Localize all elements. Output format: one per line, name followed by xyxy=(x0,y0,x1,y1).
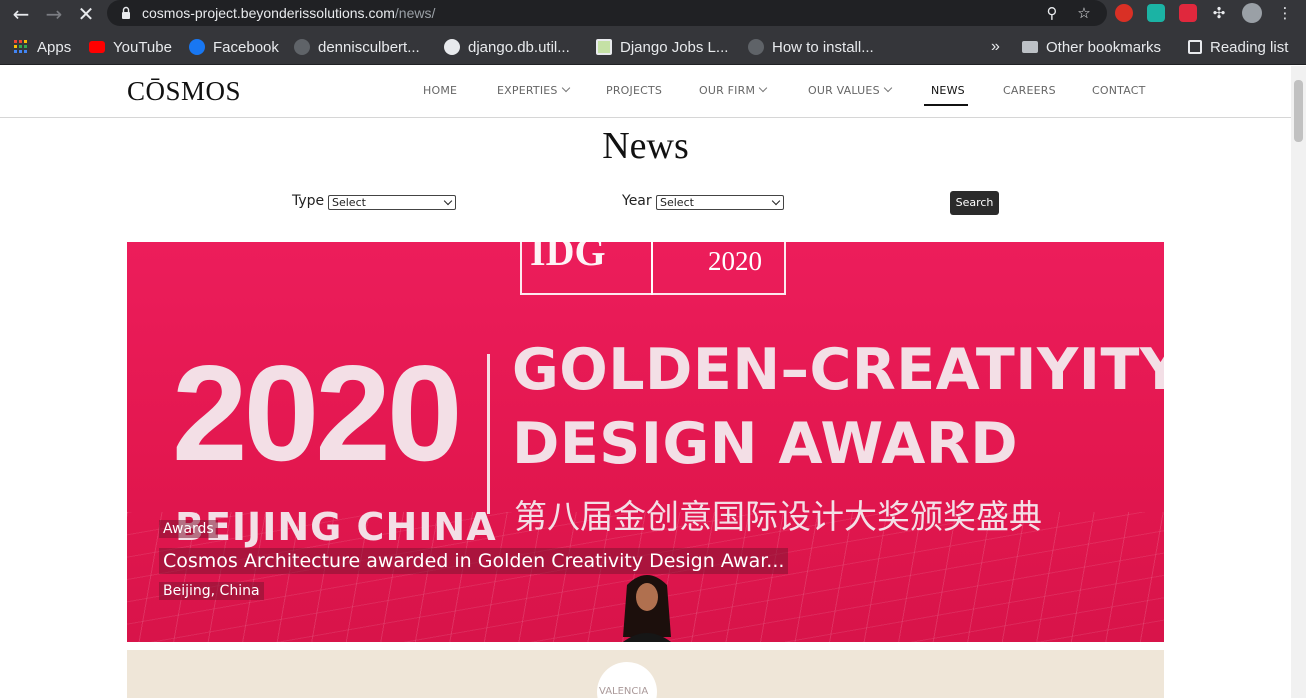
nav-contact[interactable]: CONTACT xyxy=(1092,84,1146,97)
extension-media-icon[interactable] xyxy=(1179,4,1197,22)
year-filter-label: Year xyxy=(622,193,652,209)
bookmark-facebook[interactable]: Facebook xyxy=(189,37,279,57)
bookmark-label: django.db.util... xyxy=(468,38,570,56)
search-button[interactable]: Search xyxy=(950,191,999,215)
nav-our-firm[interactable]: OUR FIRM xyxy=(699,83,768,97)
sign-year-text: 2020 xyxy=(708,246,762,276)
extension-shield-icon[interactable] xyxy=(1147,4,1165,22)
nav-careers[interactable]: CAREERS xyxy=(1003,84,1056,97)
folder-icon xyxy=(1022,41,1038,53)
site-header: CŌSMOS HOME EXPERTIES PROJECTS OUR FIRM … xyxy=(0,66,1291,118)
extension-stop-icon[interactable] xyxy=(1115,4,1133,22)
page-scrollbar[interactable] xyxy=(1291,66,1306,698)
sign-idg-text: IDG xyxy=(530,242,606,274)
bookmark-other-bookmarks[interactable]: Other bookmarks xyxy=(1022,37,1161,57)
news-card[interactable]: VALENCIA xyxy=(127,650,1164,698)
bookmarks-bar: Apps YouTube Facebook dennisculbert... d… xyxy=(0,28,1306,65)
bookmark-label: Django Jobs L... xyxy=(620,38,729,56)
browser-menu-icon[interactable]: ⋮ xyxy=(1276,4,1294,22)
award-line-1: GOLDEN–CREATIYITY xyxy=(512,337,1164,403)
person-image xyxy=(623,575,671,642)
bookmark-dennisculbert[interactable]: dennisculbert... xyxy=(294,37,420,57)
chinese-title-text: 第八届金创意国际设计大奖颁奖盛典 xyxy=(514,497,1042,536)
chevron-down-icon xyxy=(883,83,893,93)
apps-grid-icon xyxy=(14,40,27,53)
github-icon xyxy=(294,39,310,55)
extensions-puzzle-icon[interactable]: ✣ xyxy=(1210,4,1228,22)
bookmark-label: dennisculbert... xyxy=(318,38,420,56)
year-select[interactable]: Select xyxy=(656,195,784,210)
next-card-text: VALENCIA xyxy=(599,686,649,697)
vertical-divider xyxy=(487,354,490,514)
reading-list-button[interactable]: Reading list xyxy=(1188,37,1288,57)
forward-arrow-icon[interactable]: → xyxy=(42,2,66,26)
type-filter-label: Type xyxy=(292,193,325,209)
zoom-icon[interactable]: ⚲ xyxy=(1043,4,1061,22)
bookmark-django-db[interactable]: django.db.util... xyxy=(444,37,570,57)
nav-projects[interactable]: PROJECTS xyxy=(606,84,662,97)
page-title: News xyxy=(602,125,689,167)
chevron-down-icon xyxy=(771,196,781,206)
news-category-tag[interactable]: Awards xyxy=(159,520,218,538)
award-line-2: DESIGN AWARD xyxy=(512,411,1019,477)
bookmark-apps[interactable]: Apps xyxy=(13,37,71,57)
nav-news[interactable]: NEWS xyxy=(931,84,965,97)
bookmark-label: Other bookmarks xyxy=(1046,38,1162,56)
site-logo[interactable]: CŌSMOS xyxy=(127,76,241,107)
profile-avatar-icon[interactable] xyxy=(1242,3,1262,23)
bookmark-label: Reading list xyxy=(1210,38,1289,56)
github-icon xyxy=(748,39,764,55)
lock-icon xyxy=(122,6,130,19)
chevron-down-icon xyxy=(561,83,570,93)
active-nav-underline xyxy=(924,104,968,106)
bookmark-django-jobs[interactable]: Django Jobs L... xyxy=(596,37,728,57)
bookmark-label: YouTube xyxy=(113,38,172,56)
bookmark-label: How to install... xyxy=(772,38,874,56)
star-bookmark-icon[interactable]: ☆ xyxy=(1075,4,1093,22)
browser-toolbar: ← → ✕ cosmos-project.beyonderissolutions… xyxy=(0,0,1306,28)
news-headline[interactable]: Cosmos Architecture awarded in Golden Cr… xyxy=(159,548,789,574)
stop-loading-icon[interactable]: ✕ xyxy=(74,2,98,26)
youtube-icon xyxy=(89,41,105,53)
bookmark-label: Facebook xyxy=(213,38,279,56)
type-select-value: Select xyxy=(332,196,366,209)
reading-list-icon xyxy=(1188,40,1202,54)
bookmark-youtube[interactable]: YouTube xyxy=(89,37,172,57)
back-arrow-icon[interactable]: ← xyxy=(9,2,33,26)
bookmarks-overflow-button[interactable]: » xyxy=(991,37,1000,57)
news-location: Beijing, China xyxy=(159,582,264,600)
featured-news-card[interactable]: IDG 2020 2020 GOLDEN–CREATIYITY DESIGN A… xyxy=(127,242,1164,642)
big-year-text: 2020 xyxy=(172,337,463,489)
facebook-icon xyxy=(189,39,205,55)
web-page: CŌSMOS HOME EXPERTIES PROJECTS OUR FIRM … xyxy=(0,66,1291,698)
chevron-down-icon xyxy=(758,83,768,93)
bookmark-label: Apps xyxy=(37,38,72,56)
nav-experties[interactable]: EXPERTIES xyxy=(497,83,570,97)
document-icon xyxy=(596,39,612,55)
bookmark-how-to-install[interactable]: How to install... xyxy=(748,37,874,57)
scrollbar-thumb[interactable] xyxy=(1294,80,1303,142)
nav-our-values[interactable]: OUR VALUES xyxy=(808,83,893,97)
type-select[interactable]: Select xyxy=(328,195,456,210)
city-text: BEIJING CHINA xyxy=(175,505,497,549)
nav-home[interactable]: HOME xyxy=(423,84,457,97)
url-text[interactable]: cosmos-project.beyonderissolutions.com/n… xyxy=(142,5,435,21)
year-select-value: Select xyxy=(660,196,694,209)
globe-icon xyxy=(444,39,460,55)
chevron-down-icon xyxy=(443,196,453,206)
